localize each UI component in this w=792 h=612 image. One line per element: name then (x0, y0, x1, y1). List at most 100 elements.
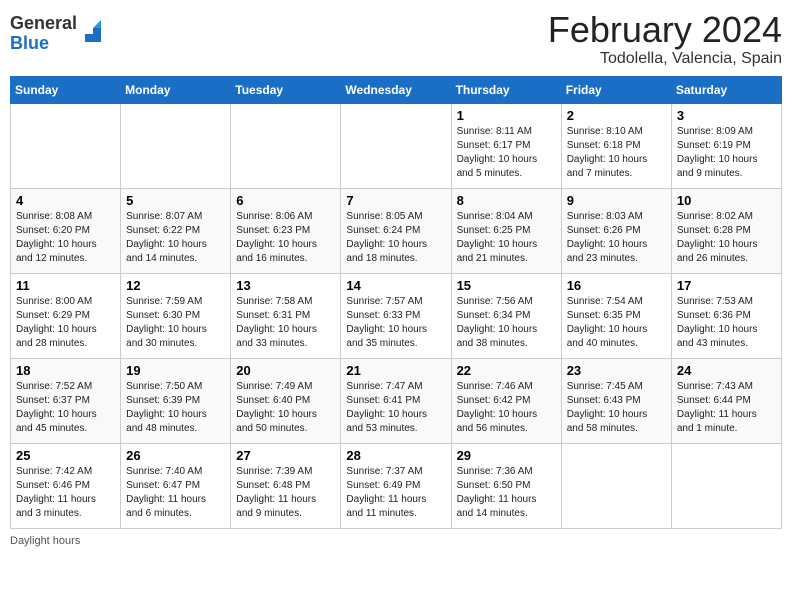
day-number: 16 (567, 278, 666, 293)
day-info: Sunrise: 7:52 AM Sunset: 6:37 PM Dayligh… (16, 380, 115, 436)
day-number: 14 (346, 278, 445, 293)
day-info: Sunrise: 7:40 AM Sunset: 6:47 PM Dayligh… (126, 465, 225, 521)
day-number: 13 (236, 278, 335, 293)
calendar-cell: 20Sunrise: 7:49 AM Sunset: 6:40 PM Dayli… (231, 358, 341, 443)
day-info: Sunrise: 7:59 AM Sunset: 6:30 PM Dayligh… (126, 295, 225, 351)
month-year-title: February 2024 (548, 10, 782, 50)
calendar-cell: 29 Sunrise: 7:36 AM Sunset: 6:50 PM Dayli… (451, 443, 561, 528)
calendar-cell: 11 Sunrise: 8:00 AM Sunset: 6:29 PM Dayli… (11, 273, 121, 358)
day-info: Sunrise: 7:45 AM Sunset: 6:43 PM Dayligh… (567, 380, 666, 436)
day-number: 17 (677, 278, 776, 293)
calendar-cell: 26 Sunrise: 7:40 AM Sunset: 6:47 PM Dayli… (121, 443, 231, 528)
day-info: Sunrise: 8:08 AM Sunset: 6:20 PM Dayligh… (16, 210, 115, 266)
header-friday: Friday (561, 76, 671, 103)
calendar-cell (121, 103, 231, 188)
day-info: Sunrise: 7:43 AM Sunset: 6:44 PM Dayligh… (677, 380, 776, 436)
calendar-cell: 18 Sunrise: 7:52 AM Sunset: 6:37 PM Dayli… (11, 358, 121, 443)
calendar-cell (671, 443, 781, 528)
day-number: 2 (567, 108, 666, 123)
calendar-cell: 3Sunrise: 8:09 AM Sunset: 6:19 PM Daylig… (671, 103, 781, 188)
calendar-cell (341, 103, 451, 188)
day-number: 26 (126, 448, 225, 463)
header-wednesday: Wednesday (341, 76, 451, 103)
logo: General Blue (10, 14, 107, 54)
day-number: 12 (126, 278, 225, 293)
header-monday: Monday (121, 76, 231, 103)
calendar-cell: 12 Sunrise: 7:59 AM Sunset: 6:30 PM Dayli… (121, 273, 231, 358)
calendar-cell: 16 Sunrise: 7:54 AM Sunset: 6:35 PM Dayli… (561, 273, 671, 358)
calendar-cell: 14 Sunrise: 7:57 AM Sunset: 6:33 PM Dayli… (341, 273, 451, 358)
day-info: Sunrise: 7:57 AM Sunset: 6:33 PM Dayligh… (346, 295, 445, 351)
day-number: 24 (677, 363, 776, 378)
day-info: Sunrise: 7:47 AM Sunset: 6:41 PM Dayligh… (346, 380, 445, 436)
day-info: Sunrise: 8:11 AM Sunset: 6:17 PM Dayligh… (457, 125, 556, 181)
day-number: 27 (236, 448, 335, 463)
day-number: 7 (346, 193, 445, 208)
calendar-week-3: 18 Sunrise: 7:52 AM Sunset: 6:37 PM Dayli… (11, 358, 782, 443)
day-info: Sunrise: 7:58 AM Sunset: 6:31 PM Dayligh… (236, 295, 335, 351)
day-number: 9 (567, 193, 666, 208)
calendar-cell (561, 443, 671, 528)
logo-blue: Blue (10, 34, 77, 54)
day-info: Sunrise: 7:54 AM Sunset: 6:35 PM Dayligh… (567, 295, 666, 351)
day-number: 23 (567, 363, 666, 378)
day-number: 25 (16, 448, 115, 463)
day-number: 3 (677, 108, 776, 123)
calendar-cell (11, 103, 121, 188)
day-info: Sunrise: 7:36 AM Sunset: 6:50 PM Dayligh… (457, 465, 556, 521)
header-tuesday: Tuesday (231, 76, 341, 103)
day-number: 22 (457, 363, 556, 378)
calendar-cell: 21Sunrise: 7:47 AM Sunset: 6:41 PM Dayli… (341, 358, 451, 443)
calendar-week-1: 4 Sunrise: 8:08 AM Sunset: 6:20 PM Daylig… (11, 188, 782, 273)
day-info: Sunrise: 7:56 AM Sunset: 6:34 PM Dayligh… (457, 295, 556, 351)
footer-text: Daylight hours (10, 535, 80, 547)
day-info: Sunrise: 8:03 AM Sunset: 6:26 PM Dayligh… (567, 210, 666, 266)
logo-icon (79, 20, 107, 48)
calendar-cell: 15 Sunrise: 7:56 AM Sunset: 6:34 PM Dayli… (451, 273, 561, 358)
header-sunday: Sunday (11, 76, 121, 103)
calendar-cell: 9 Sunrise: 8:03 AM Sunset: 6:26 PM Daylig… (561, 188, 671, 273)
day-number: 18 (16, 363, 115, 378)
header-thursday: Thursday (451, 76, 561, 103)
day-number: 4 (16, 193, 115, 208)
day-info: Sunrise: 7:37 AM Sunset: 6:49 PM Dayligh… (346, 465, 445, 521)
location-subtitle: Todolella, Valencia, Spain (548, 50, 782, 68)
calendar-cell: 22Sunrise: 7:46 AM Sunset: 6:42 PM Dayli… (451, 358, 561, 443)
day-number: 8 (457, 193, 556, 208)
day-number: 15 (457, 278, 556, 293)
calendar-body: 1Sunrise: 8:11 AM Sunset: 6:17 PM Daylig… (11, 103, 782, 528)
title-block: February 2024 Todolella, Valencia, Spain (548, 10, 782, 68)
calendar-week-2: 11 Sunrise: 8:00 AM Sunset: 6:29 PM Dayli… (11, 273, 782, 358)
day-number: 6 (236, 193, 335, 208)
day-number: 28 (346, 448, 445, 463)
calendar-week-4: 25 Sunrise: 7:42 AM Sunset: 6:46 PM Dayli… (11, 443, 782, 528)
day-info: Sunrise: 7:42 AM Sunset: 6:46 PM Dayligh… (16, 465, 115, 521)
day-info: Sunrise: 7:50 AM Sunset: 6:39 PM Dayligh… (126, 380, 225, 436)
calendar-cell: 6 Sunrise: 8:06 AM Sunset: 6:23 PM Daylig… (231, 188, 341, 273)
calendar-cell: 19 Sunrise: 7:50 AM Sunset: 6:39 PM Dayli… (121, 358, 231, 443)
day-info: Sunrise: 8:05 AM Sunset: 6:24 PM Dayligh… (346, 210, 445, 266)
calendar-cell: 7 Sunrise: 8:05 AM Sunset: 6:24 PM Daylig… (341, 188, 451, 273)
day-info: Sunrise: 8:00 AM Sunset: 6:29 PM Dayligh… (16, 295, 115, 351)
logo-general: General (10, 14, 77, 34)
calendar-header: Sunday Monday Tuesday Wednesday Thursday… (11, 76, 782, 103)
calendar-cell: 13 Sunrise: 7:58 AM Sunset: 6:31 PM Dayli… (231, 273, 341, 358)
day-info: Sunrise: 8:07 AM Sunset: 6:22 PM Dayligh… (126, 210, 225, 266)
day-number: 20 (236, 363, 335, 378)
day-number: 29 (457, 448, 556, 463)
day-number: 19 (126, 363, 225, 378)
calendar-cell: 17Sunrise: 7:53 AM Sunset: 6:36 PM Dayli… (671, 273, 781, 358)
calendar-cell (231, 103, 341, 188)
day-info: Sunrise: 7:39 AM Sunset: 6:48 PM Dayligh… (236, 465, 335, 521)
calendar-table: Sunday Monday Tuesday Wednesday Thursday… (10, 76, 782, 529)
calendar-cell: 23 Sunrise: 7:45 AM Sunset: 6:43 PM Dayli… (561, 358, 671, 443)
header-saturday: Saturday (671, 76, 781, 103)
day-info: Sunrise: 8:06 AM Sunset: 6:23 PM Dayligh… (236, 210, 335, 266)
day-info: Sunrise: 8:10 AM Sunset: 6:18 PM Dayligh… (567, 125, 666, 181)
page-header: General Blue February 2024 Todolella, Va… (10, 10, 782, 68)
calendar-week-0: 1Sunrise: 8:11 AM Sunset: 6:17 PM Daylig… (11, 103, 782, 188)
day-number: 11 (16, 278, 115, 293)
calendar-cell: 8Sunrise: 8:04 AM Sunset: 6:25 PM Daylig… (451, 188, 561, 273)
calendar-cell: 4 Sunrise: 8:08 AM Sunset: 6:20 PM Daylig… (11, 188, 121, 273)
day-info: Sunrise: 8:02 AM Sunset: 6:28 PM Dayligh… (677, 210, 776, 266)
